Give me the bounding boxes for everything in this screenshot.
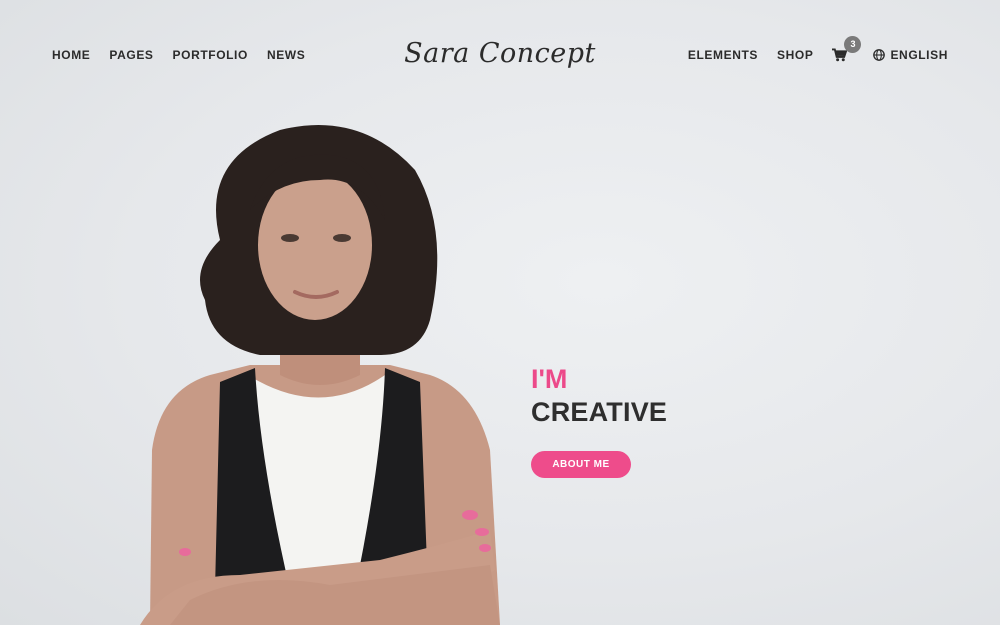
secondary-nav: ELEMENTS SHOP 3 ENGLISH [688,36,948,62]
nav-item-elements[interactable]: ELEMENTS [688,48,758,62]
portrait-image [140,125,500,625]
hero-headline: I'M CREATIVE [531,364,667,430]
nav-item-shop[interactable]: SHOP [777,48,813,62]
hero-line-2: CREATIVE [531,397,668,427]
cart-button[interactable]: 3 [832,36,862,62]
hero-line-1: I'M [531,364,568,394]
hero-section: HOME PAGES PORTFOLIO NEWS Sara Concept E… [0,0,1000,625]
about-me-button[interactable]: ABOUT ME [531,451,631,478]
language-selector[interactable]: ENGLISH [873,48,948,62]
language-label: ENGLISH [890,48,948,62]
globe-icon [873,49,886,61]
cart-count-badge: 3 [844,36,862,53]
